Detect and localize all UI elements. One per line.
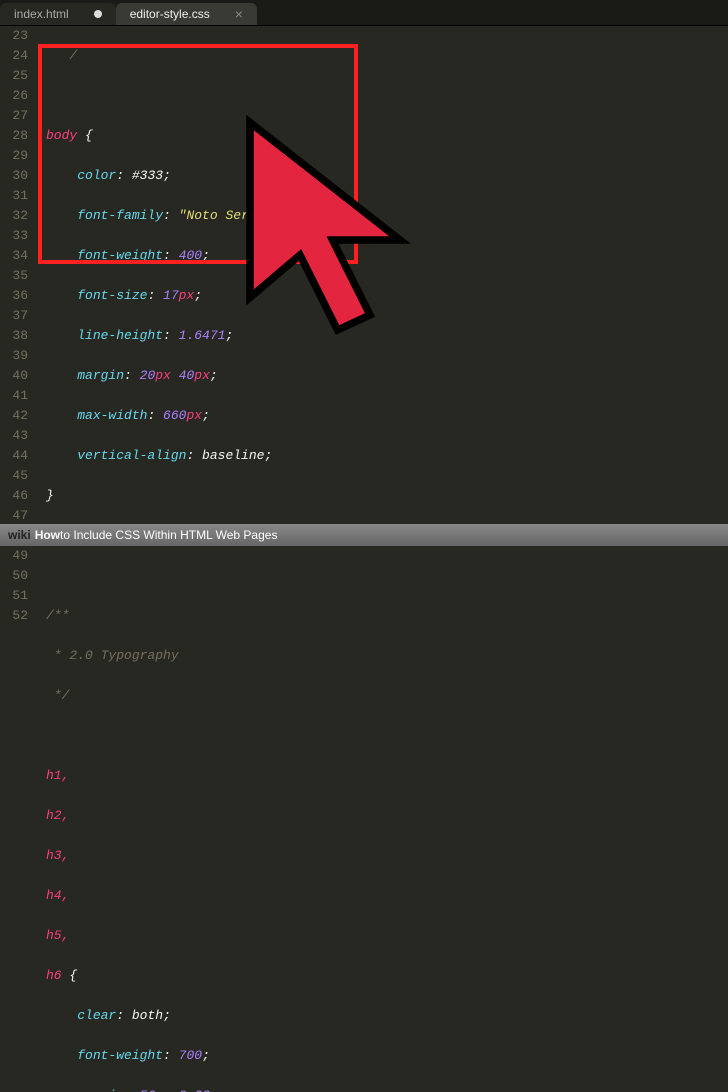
unit: px: [155, 1088, 171, 1092]
selector: body: [46, 128, 77, 143]
property: font-family: [77, 208, 163, 223]
selector: h5,: [46, 928, 69, 943]
unit: px: [186, 408, 202, 423]
property: margin: [77, 368, 124, 383]
selector: h4,: [46, 888, 69, 903]
property: line-height: [77, 328, 163, 343]
value: , serif: [272, 208, 327, 223]
value: both: [132, 1008, 163, 1023]
number: 660: [163, 408, 186, 423]
number: 0: [179, 1088, 187, 1092]
property: margin: [77, 1088, 124, 1092]
code-content[interactable]: / body { color: #333; font-family: "Noto…: [36, 26, 728, 524]
value: baseline: [202, 448, 264, 463]
unit: px: [210, 1088, 226, 1092]
value: #333: [132, 168, 163, 183]
property: font-size: [77, 288, 147, 303]
punctuation: }: [46, 488, 54, 503]
property: color: [77, 168, 116, 183]
number: 56: [140, 1088, 156, 1092]
selector: h6: [46, 968, 62, 983]
dirty-indicator-icon: [94, 10, 102, 18]
property: clear: [77, 1008, 116, 1023]
brand-text: wiki: [8, 528, 31, 542]
number: 400: [179, 248, 202, 263]
property: font-weight: [77, 1048, 163, 1063]
number: 1.6471: [179, 328, 226, 343]
tab-label: editor-style.css: [130, 7, 210, 21]
comment: */: [46, 688, 69, 703]
unit: px: [194, 368, 210, 383]
property: vertical-align: [77, 448, 186, 463]
tab-editor-style-css[interactable]: editor-style.css ×: [116, 3, 257, 25]
line-number-gutter: 2324252627282930313233343536373839404142…: [0, 26, 36, 524]
unit: px: [155, 368, 171, 383]
selector: h1,: [46, 768, 69, 783]
brand-suffix: How: [35, 528, 60, 542]
code-text: /: [69, 48, 77, 63]
tab-label: index.html: [14, 7, 69, 21]
number: 700: [179, 1048, 202, 1063]
close-icon[interactable]: ×: [235, 6, 243, 22]
punctuation: {: [77, 128, 93, 143]
number: 20: [140, 368, 156, 383]
comment: /**: [46, 608, 69, 623]
property: font-weight: [77, 248, 163, 263]
selector: h3,: [46, 848, 69, 863]
editor-area: 2324252627282930313233343536373839404142…: [0, 26, 728, 524]
tab-bar: index.html editor-style.css ×: [0, 0, 728, 26]
tab-index-html[interactable]: index.html: [0, 3, 116, 25]
string: "Noto Serif": [179, 208, 273, 223]
property: max-width: [77, 408, 147, 423]
number: 40: [179, 368, 195, 383]
unit: px: [179, 288, 195, 303]
footer-bar: wiki How to Include CSS Within HTML Web P…: [0, 524, 728, 546]
number: 17: [163, 288, 179, 303]
selector: h2,: [46, 808, 69, 823]
punctuation: {: [62, 968, 78, 983]
page-title: to Include CSS Within HTML Web Pages: [60, 528, 277, 542]
comment: * 2.0 Typography: [46, 648, 179, 663]
number: 28: [194, 1088, 210, 1092]
